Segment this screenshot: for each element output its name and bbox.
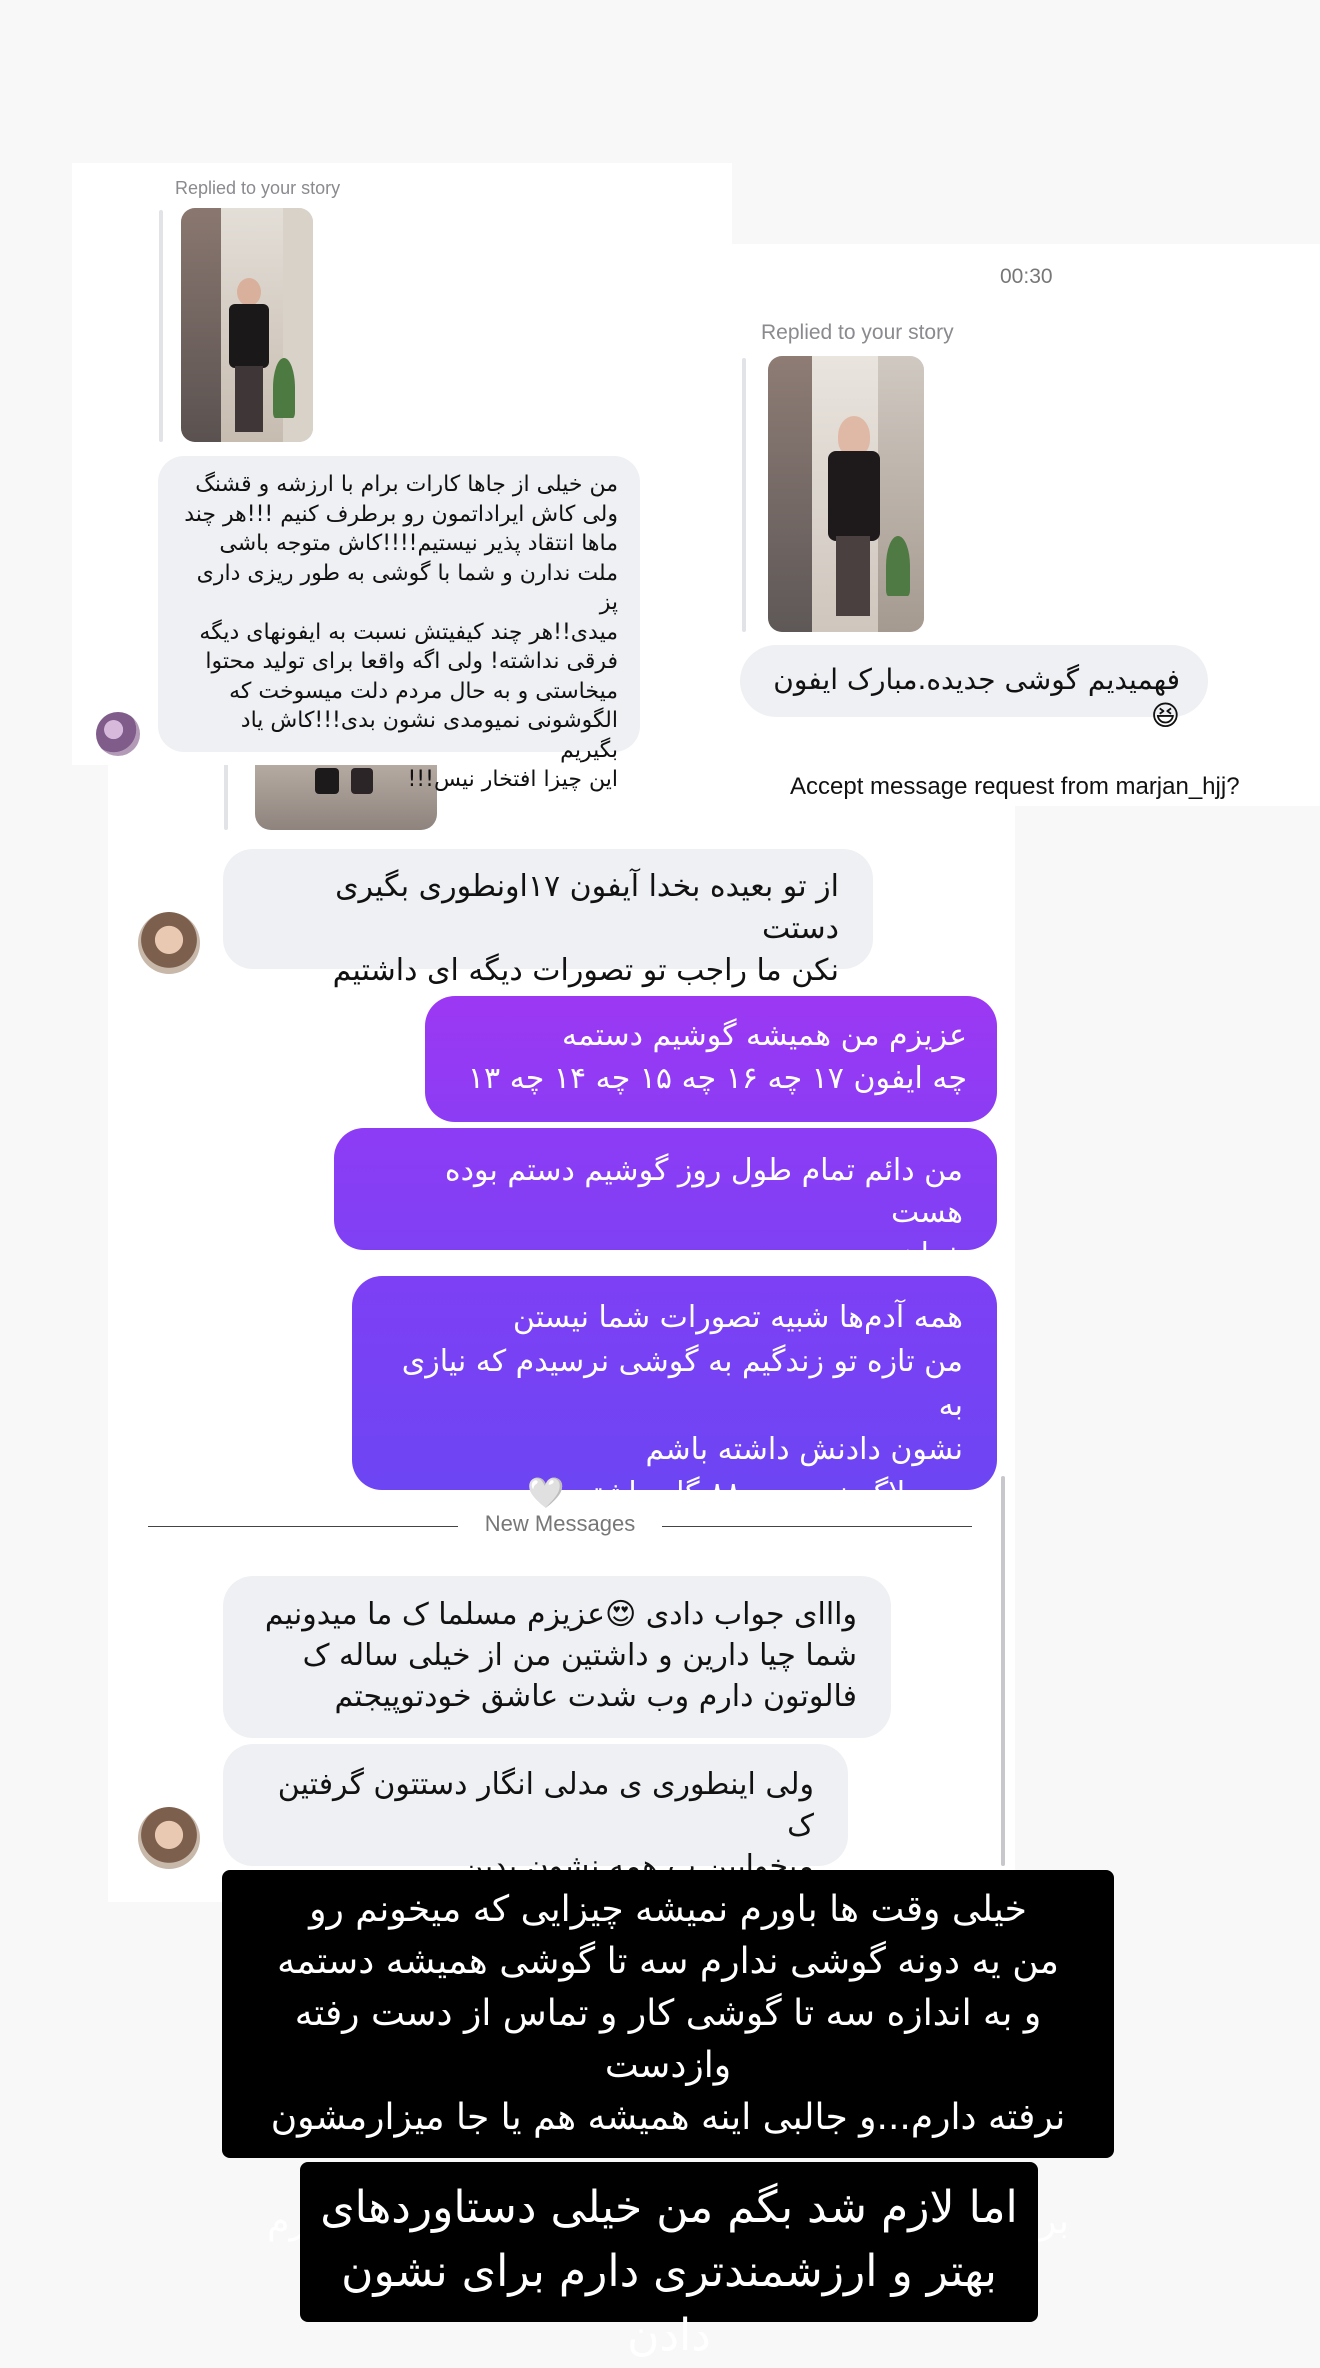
story-caption-1: خیلی وقت ها باورم نمیشه چیزایی که میخونم… xyxy=(222,1870,1114,2294)
incoming-message[interactable]: از تو بعیده بخدا آیفون ۱۷اونطوری بگیری د… xyxy=(223,849,873,988)
new-messages-label: New Messages xyxy=(484,1511,636,1536)
outgoing-message[interactable]: عزیزم من همیشه گوشیم دستمه چه ایفون ۱۷ چ… xyxy=(425,996,997,1139)
replied-to-story-label: Replied to your story xyxy=(175,178,341,198)
new-messages-divider: New Messages xyxy=(148,1511,972,1554)
incoming-message[interactable]: ولی اینطوری ی مدلی انگار دستتون گرفتین ک… xyxy=(223,1744,848,1884)
story-reply-bar xyxy=(159,210,163,442)
outgoing-message[interactable]: همه آدم‌ها شبیه تصورات شما نیستن من تازه… xyxy=(352,1276,997,1511)
story-caption-2: اما لازم شد بگم من خیلی دستاوردهای بهتر … xyxy=(300,2162,1038,2361)
avatar-sender[interactable] xyxy=(138,1807,200,1869)
accept-request-prompt[interactable]: Accept message request from marjan_hjj? xyxy=(790,773,1240,801)
story-reply-bar xyxy=(224,762,228,830)
story-thumbnail[interactable] xyxy=(181,208,313,442)
incoming-message[interactable]: فهمیدیم گوشی جدیده.مبارک ایفون 😆 xyxy=(740,645,1208,732)
story-reply-bar xyxy=(742,358,746,632)
timestamp: 00:30 xyxy=(1000,265,1053,288)
avatar-sender[interactable] xyxy=(96,712,140,756)
replied-to-story-label: Replied to your story xyxy=(761,321,954,344)
story-thumbnail[interactable] xyxy=(768,356,924,632)
incoming-message[interactable]: وااای جواب دادی 😍عزیزم مسلما ک ما میدونی… xyxy=(223,1576,891,1738)
avatar-sender[interactable] xyxy=(138,912,200,974)
outgoing-message[interactable]: من دائم تمام طول روز گوشیم دستم بوده هست… xyxy=(334,1128,997,1272)
incoming-message[interactable]: من خیلی از جاها کارات برام با ارزشه و قش… xyxy=(158,456,640,792)
scrollbar[interactable] xyxy=(1001,1476,1005,1866)
